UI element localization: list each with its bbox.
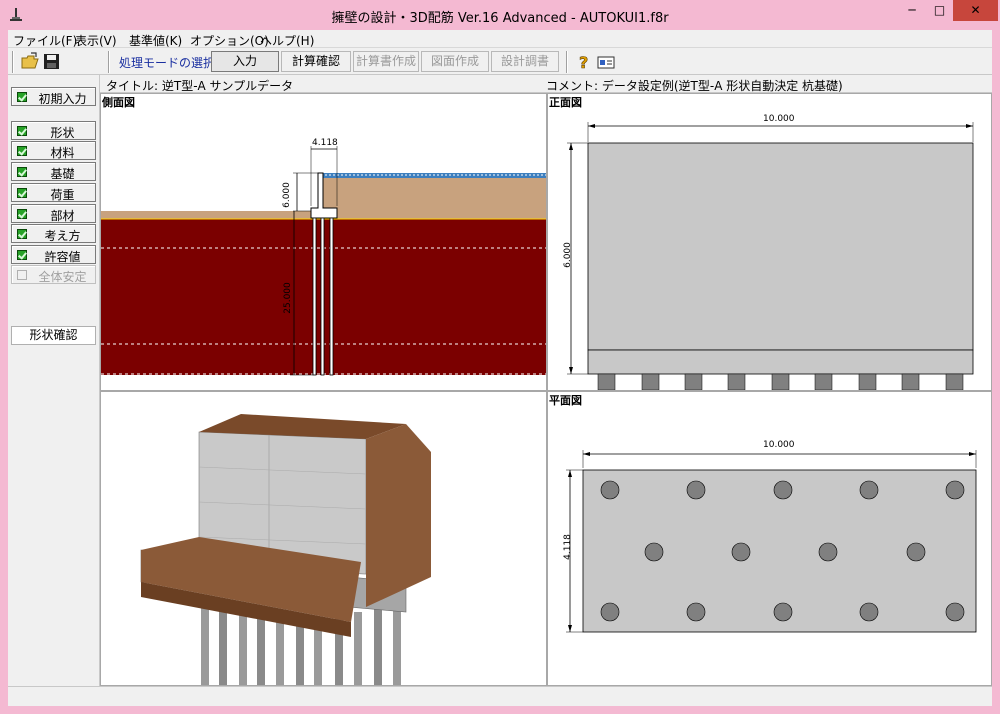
menu-help[interactable]: ヘルプ(H) xyxy=(260,32,314,49)
dim-top-label: 4.118 xyxy=(312,138,338,148)
minimize-button[interactable]: ─ xyxy=(898,0,926,21)
sidebar-item-approach[interactable]: 考え方 xyxy=(11,224,96,243)
pile xyxy=(320,217,325,376)
dim-pile-label: 25.000 xyxy=(282,282,293,314)
plan-view-pane: 平面図 10.000 4.118 xyxy=(547,391,992,686)
toolbar-separator xyxy=(566,51,568,73)
pile-head xyxy=(945,373,964,390)
check-icon xyxy=(17,229,27,239)
sidebar: 初期入力 形状 材料 基礎 荷重 部材 考え方 許容値 全体安定 形状確認 xyxy=(8,75,100,686)
dim-width-label: 10.000 xyxy=(763,440,795,450)
sidebar-item-label: 部材 xyxy=(50,209,75,223)
menu-options[interactable]: オプション(O) xyxy=(190,32,269,49)
check-icon xyxy=(17,188,27,198)
mode-select-label: 処理モードの選択 xyxy=(119,56,216,70)
status-bar xyxy=(8,686,992,706)
dim-depth-label: 4.118 xyxy=(562,534,573,560)
pile-head xyxy=(597,373,616,390)
pane-title: 平面図 xyxy=(549,394,582,407)
dim-width-label: 10.000 xyxy=(763,114,795,124)
info-icon[interactable] xyxy=(596,52,616,72)
toolbar-separator xyxy=(108,51,110,73)
pane-title: 側面図 xyxy=(102,96,135,109)
dim-height-label: 6.000 xyxy=(562,242,573,268)
sidebar-item-label: 許容値 xyxy=(44,250,81,264)
pile-head xyxy=(858,373,877,390)
open-folder-icon[interactable] xyxy=(20,52,40,72)
sidebar-item-label: 基礎 xyxy=(50,167,75,181)
sidebar-item-label: 初期入力 xyxy=(38,92,87,106)
sidebar-item-overall-stability[interactable]: 全体安定 xyxy=(11,265,96,284)
menu-base-values[interactable]: 基準値(K) xyxy=(129,32,182,49)
check-icon xyxy=(17,250,27,260)
menu-file[interactable]: ファイル(F) xyxy=(13,32,77,49)
sidebar-item-label: 考え方 xyxy=(44,229,81,243)
footing-front-face xyxy=(587,349,974,375)
application-window: 擁壁の設計・3D配筋 Ver.16 Advanced - AUTOKUI1.f8… xyxy=(0,0,1000,714)
info-bar: タイトル: 逆T型-A サンプルデータ コメント: データ設定例(逆T型-A 形… xyxy=(100,75,992,93)
sidebar-item-material[interactable]: 材料 xyxy=(11,141,96,160)
check-icon xyxy=(17,126,27,136)
pane-title: 正面図 xyxy=(549,96,582,109)
pile-head xyxy=(641,373,660,390)
mode-input-button[interactable]: 入力 xyxy=(211,51,279,72)
sidebar-item-allowable[interactable]: 許容値 xyxy=(11,245,96,264)
pile xyxy=(329,217,334,376)
help-icon[interactable]: ? xyxy=(574,52,594,72)
pile-head xyxy=(901,373,920,390)
backfill-soil xyxy=(321,177,546,219)
svg-text:?: ? xyxy=(579,53,588,72)
mode-report-button[interactable]: 計算書作成 xyxy=(353,51,419,72)
maximize-button[interactable]: □ xyxy=(926,0,953,21)
menu-view[interactable]: 表示(V) xyxy=(75,32,117,49)
sidebar-item-member[interactable]: 部材 xyxy=(11,204,96,223)
sidebar-item-initial-input[interactable]: 初期入力 xyxy=(11,87,96,106)
toolbar: 処理モードの選択 入力 計算確認 計算書作成 図面作成 設計調書 ? xyxy=(8,49,992,75)
pile xyxy=(312,217,317,376)
front-view-drawing xyxy=(567,122,974,390)
save-icon[interactable] xyxy=(42,52,62,72)
check-icon xyxy=(17,209,27,219)
sidebar-item-label: 全体安定 xyxy=(38,270,87,284)
title-info: タイトル: 逆T型-A サンプルデータ xyxy=(106,79,294,93)
sidebar-item-label: 形状 xyxy=(50,126,75,140)
sidebar-item-label: 材料 xyxy=(50,146,75,160)
close-button[interactable]: ✕ xyxy=(953,0,998,21)
check-icon xyxy=(17,146,27,156)
window-title: 擁壁の設計・3D配筋 Ver.16 Advanced - AUTOKUI1.f8… xyxy=(331,11,669,26)
check-icon xyxy=(17,167,27,177)
mode-calc-check-button[interactable]: 計算確認 xyxy=(281,51,351,72)
shape-check-button[interactable]: 形状確認 xyxy=(11,326,96,345)
check-icon xyxy=(17,92,27,102)
menu-bar: ファイル(F) 表示(V) 基準値(K) オプション(O) ヘルプ(H) xyxy=(8,30,992,48)
pile-head xyxy=(771,373,790,390)
wall-front-face xyxy=(587,142,974,351)
dim-height-label: 6.000 xyxy=(281,182,292,208)
mode-design-sheet-button[interactable]: 設計調書 xyxy=(491,51,559,72)
pile-head xyxy=(684,373,703,390)
pile-head xyxy=(814,373,833,390)
comment-info: コメント: データ設定例(逆T型-A 形状自動決定 杭基礎) xyxy=(546,79,843,93)
check-icon xyxy=(17,270,27,280)
front-view-pane: 正面図 10.000 6.000 xyxy=(547,93,992,391)
title-bar: 擁壁の設計・3D配筋 Ver.16 Advanced - AUTOKUI1.f8… xyxy=(0,0,1000,30)
sidebar-item-shape[interactable]: 形状 xyxy=(11,121,96,140)
pile-head xyxy=(727,373,746,390)
toolbar-separator xyxy=(12,51,14,73)
client-area: ファイル(F) 表示(V) 基準値(K) オプション(O) ヘルプ(H) 処理モ… xyxy=(8,30,992,706)
side-view-pane: 側面図 4.118 6.000 25.000 xyxy=(100,93,547,391)
sidebar-item-foundation[interactable]: 基礎 xyxy=(11,162,96,181)
mode-drawing-button[interactable]: 図面作成 xyxy=(421,51,489,72)
3d-backfill-side xyxy=(366,424,431,607)
sidebar-item-load[interactable]: 荷重 xyxy=(11,183,96,202)
3d-view-pane xyxy=(100,391,547,686)
sidebar-item-label: 荷重 xyxy=(50,188,75,202)
3d-view-drawing xyxy=(140,414,431,685)
plan-view-drawing xyxy=(566,450,977,633)
